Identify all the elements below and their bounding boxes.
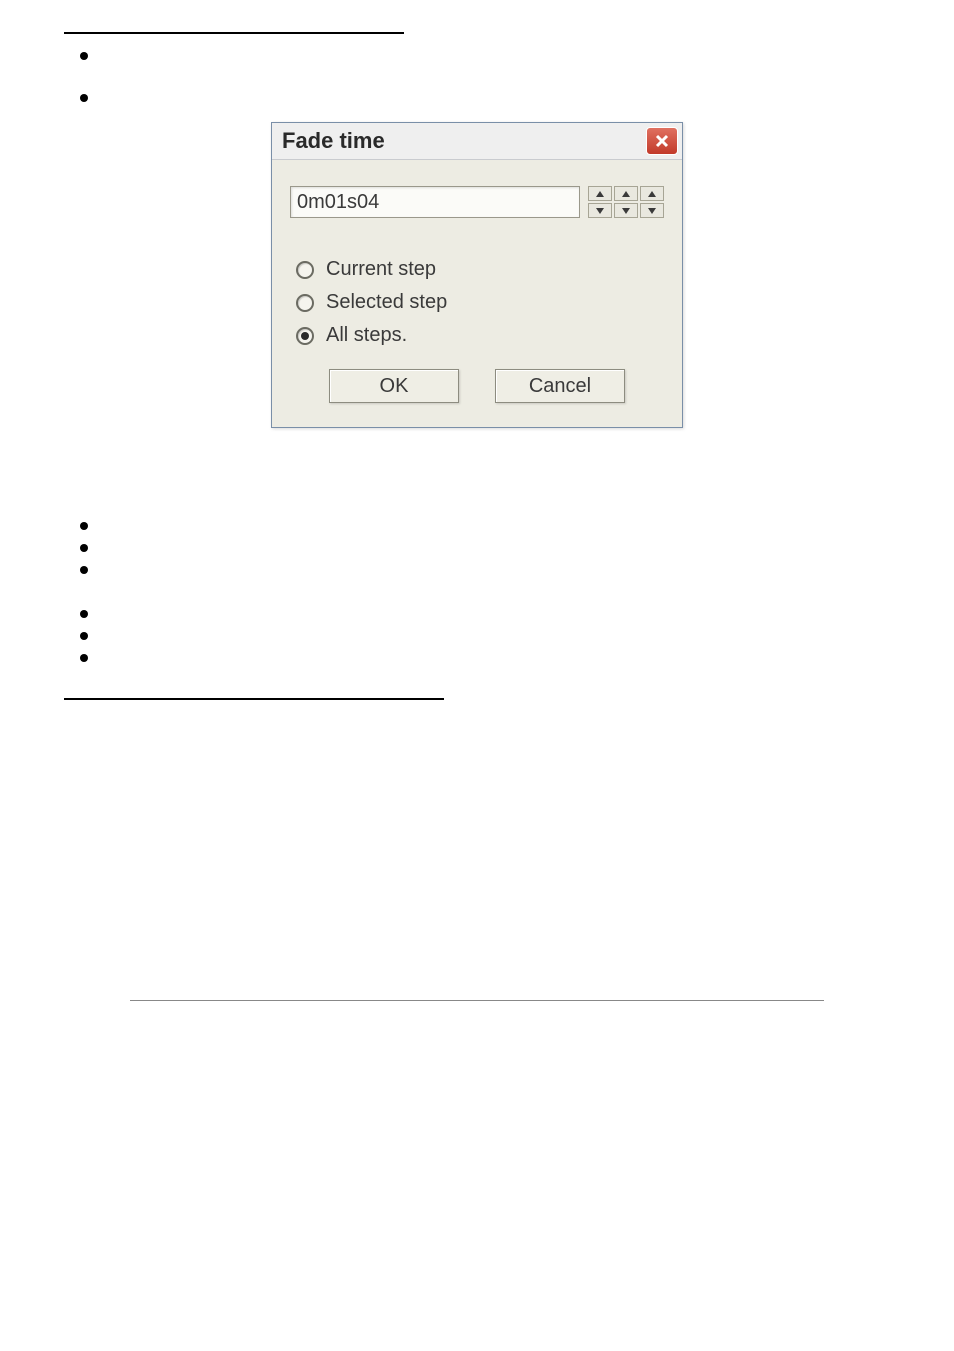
- chevron-down-icon: [596, 208, 604, 214]
- list-item: [80, 604, 954, 618]
- radio-label: Current step: [326, 258, 436, 281]
- section-divider-top: [64, 32, 404, 34]
- radio-current-step[interactable]: Current step: [296, 258, 664, 281]
- spinner-down-button[interactable]: [588, 203, 612, 218]
- bullet-dot: [80, 566, 88, 574]
- bullet-dot: [80, 52, 88, 60]
- cancel-button[interactable]: Cancel: [495, 369, 625, 403]
- radio-all-steps[interactable]: All steps.: [296, 324, 664, 347]
- bullet-dot: [80, 632, 88, 640]
- spinner-down-button[interactable]: [614, 203, 638, 218]
- bullet-dot: [80, 522, 88, 530]
- fade-time-dialog: Fade time: [271, 122, 683, 428]
- chevron-up-icon: [648, 191, 656, 197]
- button-label: OK: [380, 375, 409, 398]
- list-item: [80, 538, 954, 552]
- list-item: [80, 560, 954, 574]
- ok-button[interactable]: OK: [329, 369, 459, 403]
- radio-icon: [296, 327, 314, 345]
- spinner-up-button[interactable]: [614, 186, 638, 201]
- list-item: [80, 88, 954, 102]
- bullet-dot: [80, 544, 88, 552]
- button-label: Cancel: [529, 375, 591, 398]
- list-item: [80, 626, 954, 640]
- list-item: [80, 516, 954, 530]
- time-spinners: [588, 186, 664, 218]
- radio-icon: [296, 261, 314, 279]
- list-item: [80, 648, 954, 662]
- close-button[interactable]: [646, 127, 678, 155]
- spinner-down-button[interactable]: [640, 203, 664, 218]
- radio-icon: [296, 294, 314, 312]
- close-icon: [655, 134, 669, 148]
- spinner-up-button[interactable]: [640, 186, 664, 201]
- footer-divider: [130, 1000, 824, 1001]
- fade-time-input[interactable]: [290, 186, 580, 218]
- spinner-up-button[interactable]: [588, 186, 612, 201]
- list-item: [80, 46, 954, 60]
- chevron-up-icon: [596, 191, 604, 197]
- section-divider-mid: [64, 698, 444, 700]
- radio-label: Selected step: [326, 291, 447, 314]
- chevron-down-icon: [622, 208, 630, 214]
- dialog-title: Fade time: [282, 128, 385, 154]
- radio-selected-step[interactable]: Selected step: [296, 291, 664, 314]
- bullet-dot: [80, 610, 88, 618]
- radio-label: All steps.: [326, 324, 407, 347]
- chevron-down-icon: [648, 208, 656, 214]
- bullet-dot: [80, 654, 88, 662]
- chevron-up-icon: [622, 191, 630, 197]
- bullet-dot: [80, 94, 88, 102]
- dialog-titlebar: Fade time: [272, 123, 682, 160]
